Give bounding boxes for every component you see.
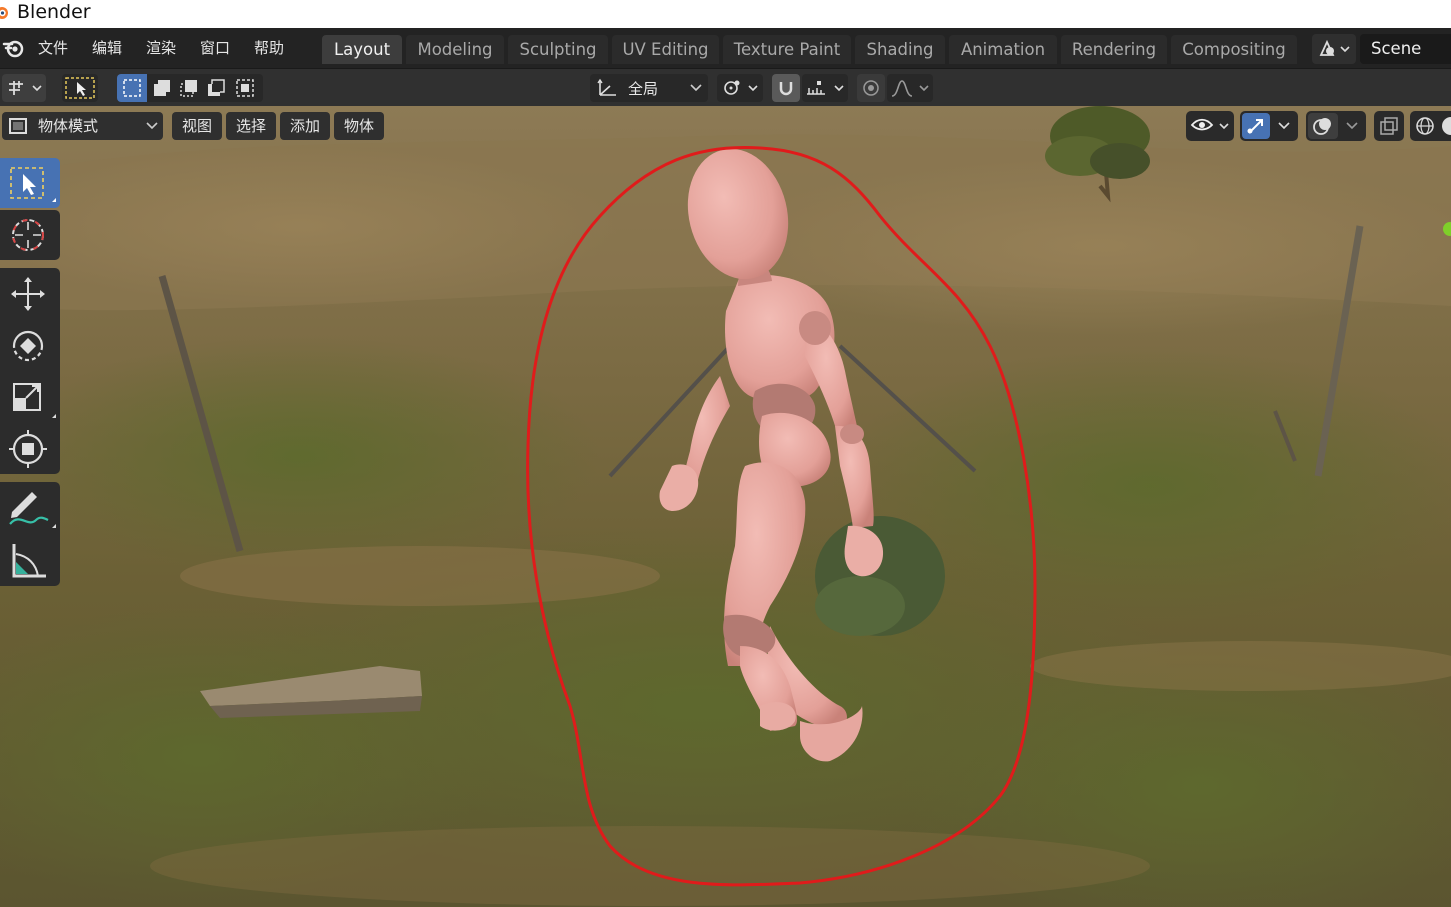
mode-invert-icon[interactable]: [206, 78, 226, 98]
falloff-curve-icon: [891, 80, 929, 97]
transform-tools-group: [0, 268, 60, 474]
annotate-icon[interactable]: [0, 482, 60, 534]
menu-edit[interactable]: 编辑: [92, 38, 122, 58]
menu-help[interactable]: 帮助: [254, 38, 284, 58]
transform-orientation-dropdown[interactable]: 全局: [590, 74, 708, 102]
wireframe-shading-icon[interactable]: [1415, 116, 1435, 136]
visibility-dropdown[interactable]: [1186, 111, 1234, 141]
scene-icon: [1319, 39, 1350, 56]
navigation-gizmo-y-axis[interactable]: [1443, 222, 1451, 236]
tab-sculpting[interactable]: Sculpting: [508, 35, 608, 64]
mode-extend-icon[interactable]: [152, 78, 172, 98]
eye-icon: [1190, 118, 1229, 131]
xray-toggle[interactable]: [1374, 111, 1404, 141]
gizmo-toggle[interactable]: [1242, 113, 1270, 139]
tab-animation[interactable]: Animation: [949, 35, 1057, 64]
top-bar: 文件 编辑 渲染 窗口 帮助 Layout Modeling Sculpting…: [0, 28, 1451, 68]
editor-type-button[interactable]: [2, 74, 46, 102]
chevron-down-icon: [146, 122, 158, 130]
blender-logo-icon: [0, 7, 8, 19]
overlays-dropdown[interactable]: [1306, 111, 1366, 141]
transform-orientation-label: 全局: [628, 80, 659, 98]
chevron-down-icon: [690, 84, 702, 92]
tab-rendering[interactable]: Rendering: [1061, 35, 1167, 64]
transform-icon[interactable]: [0, 424, 60, 474]
chevron-down-icon: [1278, 122, 1290, 130]
magnet-icon: [779, 82, 793, 96]
pivot-point-dropdown[interactable]: [717, 74, 763, 102]
proportional-falloff-dropdown[interactable]: [887, 74, 933, 102]
overlays-toggle[interactable]: [1308, 113, 1338, 139]
tool-select-box[interactable]: [0, 158, 60, 208]
scene-name-field[interactable]: Scene: [1360, 34, 1451, 64]
gizmo-icon: [1247, 119, 1263, 134]
proportional-edit-icon: [863, 80, 879, 96]
gizmo-dropdown[interactable]: [1240, 111, 1298, 141]
menu-window[interactable]: 窗口: [200, 38, 230, 58]
mode-subtract-icon[interactable]: [179, 78, 199, 98]
annotate-tools-group: [0, 482, 60, 586]
tab-texture-paint[interactable]: Texture Paint: [723, 35, 851, 64]
object-mode-dropdown[interactable]: 物体模式: [2, 112, 163, 140]
tab-layout[interactable]: Layout: [322, 35, 402, 64]
active-tool-button[interactable]: [62, 74, 98, 102]
selection-mode-group: [117, 74, 263, 102]
scene-selector[interactable]: [1312, 34, 1356, 64]
tool-settings-header: 全局: [0, 68, 1451, 107]
move-icon[interactable]: [0, 268, 60, 320]
tab-uv-editing[interactable]: UV Editing: [612, 35, 719, 64]
select-box-icon: [10, 167, 56, 202]
menu-object[interactable]: 物体: [334, 112, 384, 140]
orientation-axes-icon: [597, 78, 616, 96]
menu-view[interactable]: 视图: [172, 112, 222, 140]
measure-icon[interactable]: [0, 534, 60, 586]
mode-set-icon: [123, 79, 141, 97]
cursor-icon: [12, 219, 44, 251]
blender-menu-icon[interactable]: [2, 37, 24, 59]
shading-mode-group[interactable]: [1410, 111, 1451, 141]
pivot-point-icon: [724, 80, 758, 95]
chevron-down-icon: [1346, 122, 1358, 130]
viewport-background-photo: [0, 106, 1451, 907]
menu-file[interactable]: 文件: [38, 38, 68, 58]
solid-shading-icon[interactable]: [1442, 117, 1451, 135]
snap-target-dropdown[interactable]: [802, 74, 848, 102]
object-mode-label: 物体模式: [38, 117, 99, 135]
mode-set-button[interactable]: [117, 74, 147, 102]
3d-viewport[interactable]: 物体模式 视图 选择 添加 物体: [0, 106, 1451, 907]
window-title: Blender: [17, 1, 91, 23]
snap-increment-icon: [807, 81, 844, 95]
rotate-icon[interactable]: [0, 320, 60, 372]
os-title-bar: Blender: [0, 0, 1451, 28]
tab-modeling[interactable]: Modeling: [406, 35, 504, 64]
menu-select[interactable]: 选择: [226, 112, 276, 140]
menu-render[interactable]: 渲染: [146, 38, 176, 58]
scale-icon[interactable]: [0, 372, 60, 424]
overlays-icon: [1313, 118, 1331, 135]
xray-icon: [1380, 117, 1398, 135]
snap-toggle[interactable]: [772, 74, 800, 102]
menu-add[interactable]: 添加: [280, 112, 330, 140]
proportional-edit-toggle[interactable]: [857, 74, 885, 102]
tab-shading[interactable]: Shading: [855, 35, 945, 64]
object-mode-icon: [9, 118, 27, 134]
mode-intersect-icon[interactable]: [235, 78, 255, 98]
tool-cursor[interactable]: [0, 210, 60, 260]
select-cursor-icon: [65, 77, 95, 99]
tab-compositing[interactable]: Compositing: [1171, 35, 1297, 64]
editor-type-icon: [9, 81, 42, 95]
